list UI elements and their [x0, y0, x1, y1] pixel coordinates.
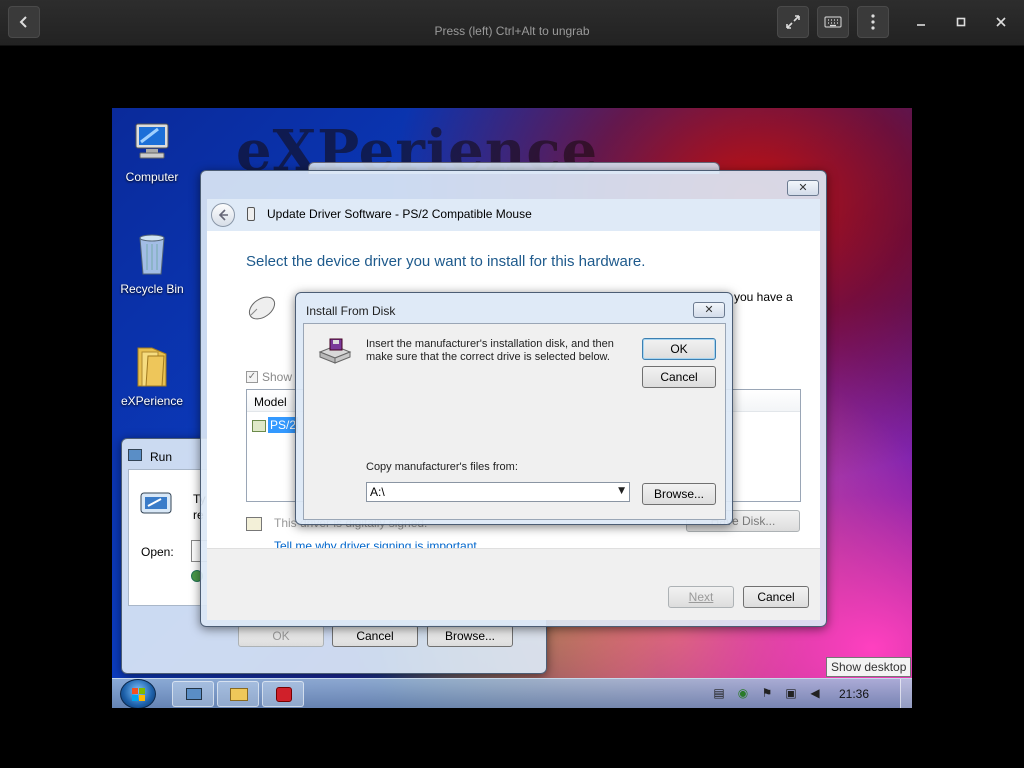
desktop-icon-label: eXPerience [120, 394, 184, 408]
close-icon[interactable]: ✕ [787, 180, 819, 196]
disk-drive-icon [317, 338, 353, 369]
mouse-icon [245, 293, 279, 326]
maximize-icon[interactable] [945, 6, 977, 38]
explorer-icon [230, 688, 248, 701]
close-icon[interactable]: ✕ [693, 302, 725, 318]
computer-icon [128, 118, 176, 166]
action-center-flag-icon[interactable]: ⚑ [760, 686, 774, 700]
minimize-icon[interactable] [905, 6, 937, 38]
taskbar: ▤ ◉ ⚑ ▣ ◀ 21:36 [112, 678, 912, 708]
next-button[interactable]: Next [668, 586, 734, 608]
model-list-item[interactable]: PS/2 [268, 417, 299, 433]
cancel-button[interactable]: Cancel [743, 586, 809, 608]
run-browse-button[interactable]: Browse... [427, 625, 513, 647]
media-icon [276, 687, 292, 702]
recycle-bin-icon [128, 230, 176, 278]
start-button[interactable] [120, 679, 156, 708]
desktop-icon-label: Computer [125, 170, 179, 184]
run-cancel-button[interactable]: Cancel [332, 625, 418, 647]
footer [207, 548, 820, 620]
run-title-icon [128, 449, 142, 461]
copy-from-combobox[interactable]: A:\ ▼ [366, 482, 630, 502]
device-icon [247, 207, 255, 221]
install-from-disk-dialog[interactable]: Install From Disk ✕ Insert the manufactu… [295, 292, 733, 525]
update-driver-title: Update Driver Software - PS/2 Compatible… [267, 207, 532, 221]
show-compatible-label: Show [262, 370, 293, 384]
run-icon [186, 688, 202, 700]
install-ok-button[interactable]: OK [642, 338, 716, 360]
copy-from-label: Copy manufacturer's files from: [366, 461, 518, 473]
run-ok-button[interactable]: OK [238, 625, 324, 647]
model-column-header[interactable]: Model [254, 395, 287, 409]
folder-icon [128, 342, 176, 390]
back-arrow-icon[interactable] [211, 203, 235, 227]
show-desktop-button[interactable] [900, 679, 912, 708]
kebab-menu-icon[interactable] [857, 6, 889, 38]
desktop-icon-recycle-bin[interactable]: Recycle Bin [112, 230, 192, 296]
taskbar-explorer-button[interactable] [217, 681, 259, 707]
host-toolbar: Press (left) Ctrl+Alt to ungrab [0, 0, 1024, 46]
keyboard-icon[interactable] [817, 6, 849, 38]
install-title: Install From Disk [306, 304, 396, 318]
description-fragment: you have a [734, 290, 793, 304]
install-message: Insert the manufacturer's installation d… [366, 338, 614, 364]
network-icon[interactable]: ▣ [784, 686, 798, 700]
page-heading: Select the device driver you want to ins… [246, 253, 646, 270]
document-icon[interactable]: ▤ [712, 686, 726, 700]
copy-from-value: A:\ [370, 485, 385, 499]
install-cancel-button[interactable]: Cancel [642, 366, 716, 388]
close-icon[interactable] [985, 6, 1017, 38]
install-message-line1: Insert the manufacturer's installation d… [366, 338, 614, 350]
install-body: Insert the manufacturer's installation d… [303, 323, 726, 520]
taskbar-run-button[interactable] [172, 681, 214, 707]
desktop-icon-experience[interactable]: eXPerience [112, 342, 192, 408]
chevron-down-icon[interactable]: ▼ [618, 486, 625, 496]
install-message-line2: make sure that the correct drive is sele… [366, 351, 610, 363]
run-open-label: Open: [141, 545, 174, 559]
security-icon[interactable]: ◉ [736, 686, 750, 700]
vm-screen[interactable]: eXPerience Computer Recycle Bin eXPerien… [112, 108, 912, 708]
clock[interactable]: 21:36 [839, 687, 869, 701]
driver-icon [252, 420, 266, 432]
show-desktop-tooltip: Show desktop [826, 657, 912, 677]
run-title: Run [150, 450, 173, 464]
desktop-icon-label: Recycle Bin [120, 282, 184, 296]
volume-icon[interactable]: ◀ [808, 686, 822, 700]
run-icon [139, 490, 173, 519]
desktop-icon-computer[interactable]: Computer [112, 118, 192, 184]
show-compatible-checkbox[interactable]: ✓ [246, 371, 258, 383]
install-browse-button[interactable]: Browse... [642, 483, 716, 505]
taskbar-media-button[interactable] [262, 681, 304, 707]
fullscreen-icon[interactable] [777, 6, 809, 38]
certificate-icon [246, 517, 262, 531]
windows-logo-icon [132, 688, 145, 701]
